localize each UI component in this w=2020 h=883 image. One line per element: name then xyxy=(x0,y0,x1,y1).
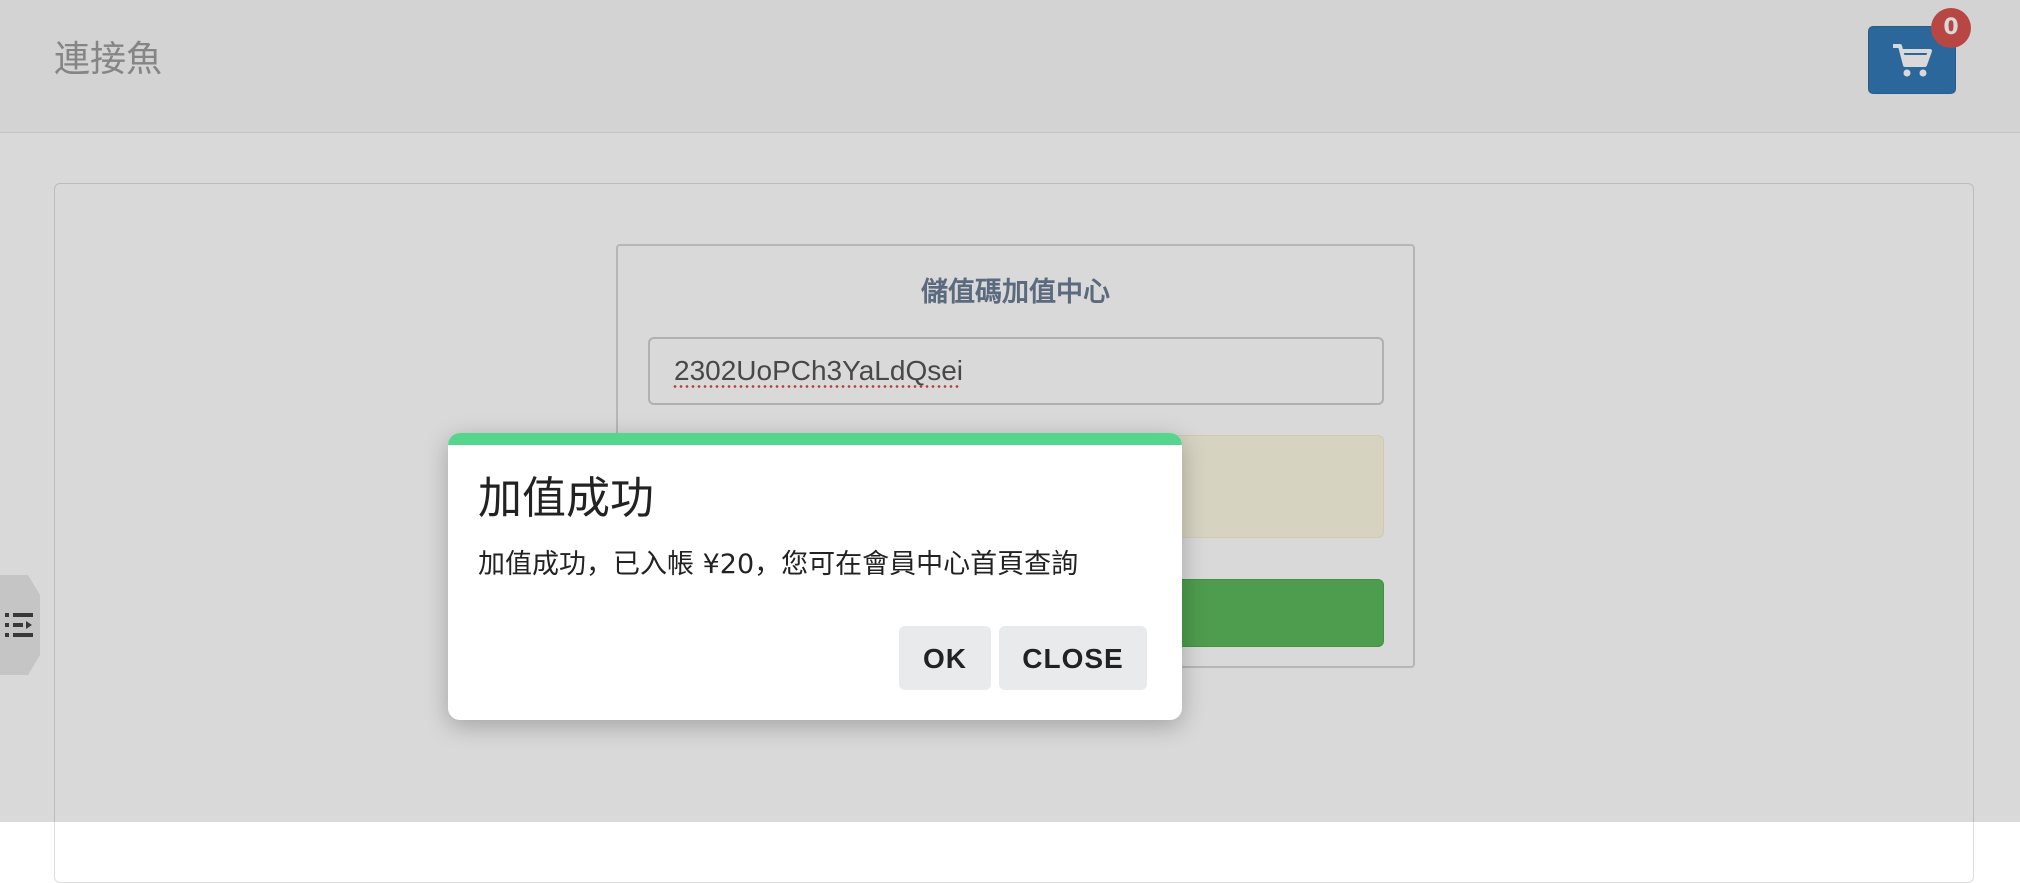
dialog-accent-bar xyxy=(448,433,1182,445)
dialog-title: 加值成功 xyxy=(478,473,654,524)
dialog-message: 加值成功，已入帳 ¥20，您可在會員中心首頁查詢 xyxy=(478,549,1079,580)
ok-button[interactable]: OK xyxy=(899,626,991,690)
close-button[interactable]: CLOSE xyxy=(999,626,1147,690)
success-dialog: 加值成功 加值成功，已入帳 ¥20，您可在會員中心首頁查詢 OK CLOSE xyxy=(448,433,1182,720)
